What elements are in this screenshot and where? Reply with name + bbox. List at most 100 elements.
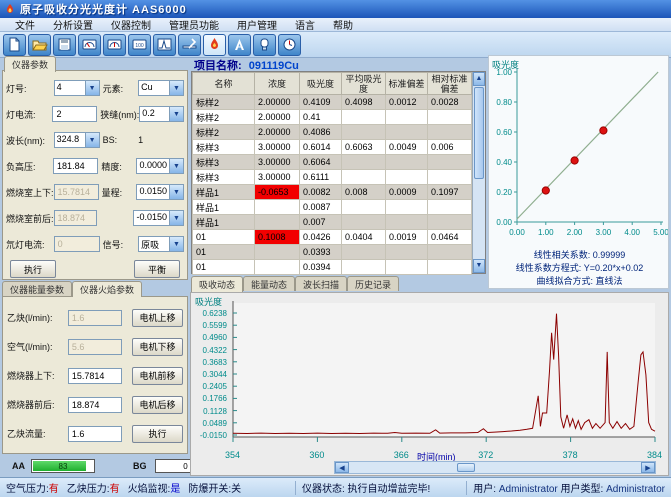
scroll-right-icon[interactable]: ▶: [641, 462, 655, 473]
table-row[interactable]: 样品1-0.06530.00820.0080.00090.1097: [193, 185, 472, 200]
lamp-number-select[interactable]: 4▼: [54, 80, 100, 96]
table-row[interactable]: 标样22.000000.41090.40980.00120.0028: [193, 95, 472, 110]
column-header-3[interactable]: 平均吸光度: [342, 73, 386, 95]
scroll-down-icon[interactable]: ▼: [473, 259, 485, 273]
burner-frontback-field[interactable]: 18.874: [68, 397, 122, 413]
status-label: 空气压力:: [6, 484, 49, 495]
range-low-select[interactable]: -0.0150▼: [133, 210, 184, 226]
execute-button[interactable]: 执行: [10, 260, 56, 278]
tab-instrument-flame-params[interactable]: 仪器火焰参数: [72, 281, 142, 297]
cell: 0.6063: [342, 140, 386, 155]
table-row[interactable]: 样品10.0087: [193, 200, 472, 215]
menu-item-2[interactable]: 仪器控制: [102, 17, 160, 32]
column-header-4[interactable]: 标准偏差: [386, 73, 428, 95]
column-header-5[interactable]: 相对标准偏差: [428, 73, 472, 95]
signal-value: 原吸: [139, 237, 169, 251]
spectrum-horizontal-scrollbar[interactable]: ◀ ▶: [334, 461, 656, 474]
spectrum-chart: [229, 299, 661, 451]
status-value: 是: [170, 484, 180, 495]
cell: [342, 125, 386, 140]
table-scrollbar-thumb[interactable]: [474, 87, 484, 179]
table-vertical-scrollbar[interactable]: ▲ ▼: [472, 72, 485, 273]
power-meter-button[interactable]: [278, 34, 301, 56]
chevron-down-icon[interactable]: ▼: [169, 107, 183, 121]
open-file-icon: [31, 36, 48, 53]
wavelength-select[interactable]: 324.8▼: [54, 132, 100, 148]
gauge-100-button[interactable]: 100: [128, 34, 151, 56]
air-field: 5.6: [68, 339, 122, 355]
motor-up-button[interactable]: 电机上移: [132, 309, 183, 327]
table-row[interactable]: 010.0393: [193, 245, 472, 260]
chevron-down-icon[interactable]: ▼: [169, 81, 183, 95]
chevron-down-icon[interactable]: ▼: [85, 133, 99, 147]
cell: 0.006: [428, 140, 472, 155]
table-row[interactable]: 标样33.000000.6111: [193, 170, 472, 185]
burner-updown-field[interactable]: 15.7814: [68, 368, 122, 384]
slit-select[interactable]: 0.2▼: [139, 106, 184, 122]
absorbance-dynamic-panel: 吸光度 Cu-0.0061 0.62380.55990.49600.43220.…: [190, 292, 669, 476]
flame-button[interactable]: [203, 34, 226, 56]
cell: 标样2: [193, 110, 255, 125]
flame-execute-button[interactable]: 执行: [132, 425, 183, 443]
gauge-balance-button[interactable]: [103, 34, 126, 56]
field-label: 信号:: [100, 238, 139, 251]
user-info: 用户: Administrator 用户类型: Administrator: [467, 480, 671, 495]
column-header-1[interactable]: 浓度: [255, 73, 300, 95]
menu-item-4[interactable]: 用户管理: [228, 17, 286, 32]
calibration-chart: 1.000.800.600.400.200.000.001.002.003.00…: [489, 64, 668, 254]
balance-button[interactable]: 平衡: [134, 260, 180, 278]
table-row[interactable]: 010.10080.04260.04040.00190.0464: [193, 230, 472, 245]
table-row[interactable]: 样品10.007: [193, 215, 472, 230]
cell: 0.0009: [386, 185, 428, 200]
cell: -0.0653: [255, 185, 300, 200]
tab-result-3[interactable]: 历史记录: [347, 276, 399, 291]
neg-high-voltage-field[interactable]: 181.84: [53, 158, 98, 174]
chevron-down-icon[interactable]: ▼: [169, 185, 183, 199]
spectrum-scrollbar-thumb[interactable]: [457, 463, 475, 472]
chevron-down-icon[interactable]: ▼: [85, 81, 99, 95]
element-select[interactable]: Cu▼: [138, 80, 184, 96]
menu-item-0[interactable]: 文件: [6, 17, 44, 32]
scroll-left-icon[interactable]: ◀: [335, 462, 349, 473]
open-file-button[interactable]: [28, 34, 51, 56]
cell: [342, 170, 386, 185]
tab-result-0[interactable]: 吸收动态: [191, 276, 243, 292]
acetylene-flow-field[interactable]: 1.6: [68, 426, 122, 442]
auto-gain-button[interactable]: [228, 34, 251, 56]
tab-result-1[interactable]: 能量动态: [243, 276, 295, 291]
chevron-down-icon[interactable]: ▼: [169, 211, 183, 225]
column-header-0[interactable]: 名称: [193, 73, 255, 95]
menu-item-1[interactable]: 分析设置: [44, 17, 102, 32]
cell: [342, 245, 386, 260]
burner-align-button[interactable]: [178, 34, 201, 56]
signal-select[interactable]: 原吸▼: [138, 236, 184, 252]
precision-select[interactable]: 0.0000▼: [136, 158, 184, 174]
new-file-button[interactable]: [3, 34, 26, 56]
menu-item-6[interactable]: 帮助: [324, 17, 362, 32]
menu-item-5[interactable]: 语言: [286, 17, 324, 32]
chevron-down-icon[interactable]: ▼: [169, 237, 183, 251]
tab-instrument-energy-params[interactable]: 仪器能量参数: [2, 281, 72, 296]
table-row[interactable]: 标样22.000000.41: [193, 110, 472, 125]
motor-down-button[interactable]: 电机下移: [132, 338, 183, 356]
table-row[interactable]: 标样22.000000.4086: [193, 125, 472, 140]
chevron-down-icon[interactable]: ▼: [169, 159, 183, 173]
motor-backward-button[interactable]: 电机后移: [132, 396, 183, 414]
cell: 01: [193, 230, 255, 245]
save-button[interactable]: [53, 34, 76, 56]
tab-result-2[interactable]: 波长扫描: [295, 276, 347, 291]
motor-forward-button[interactable]: 电机前移: [132, 367, 183, 385]
y-tick-label: 0.4322: [191, 346, 227, 355]
table-row[interactable]: 标样33.000000.6064: [193, 155, 472, 170]
lamp-current-field[interactable]: 2: [52, 106, 97, 122]
tab-instrument-params[interactable]: 仪器参数: [4, 56, 56, 72]
column-header-2[interactable]: 吸光度: [300, 73, 342, 95]
table-row[interactable]: 010.0394: [193, 260, 472, 275]
range-high-select[interactable]: 0.0150▼: [136, 184, 184, 200]
peak-scan-button[interactable]: [153, 34, 176, 56]
gauge-energy-button[interactable]: [78, 34, 101, 56]
table-row[interactable]: 标样33.000000.60140.60630.00490.006: [193, 140, 472, 155]
menu-item-3[interactable]: 管理员功能: [160, 17, 228, 32]
scroll-up-icon[interactable]: ▲: [473, 72, 485, 86]
lamp-button[interactable]: [253, 34, 276, 56]
